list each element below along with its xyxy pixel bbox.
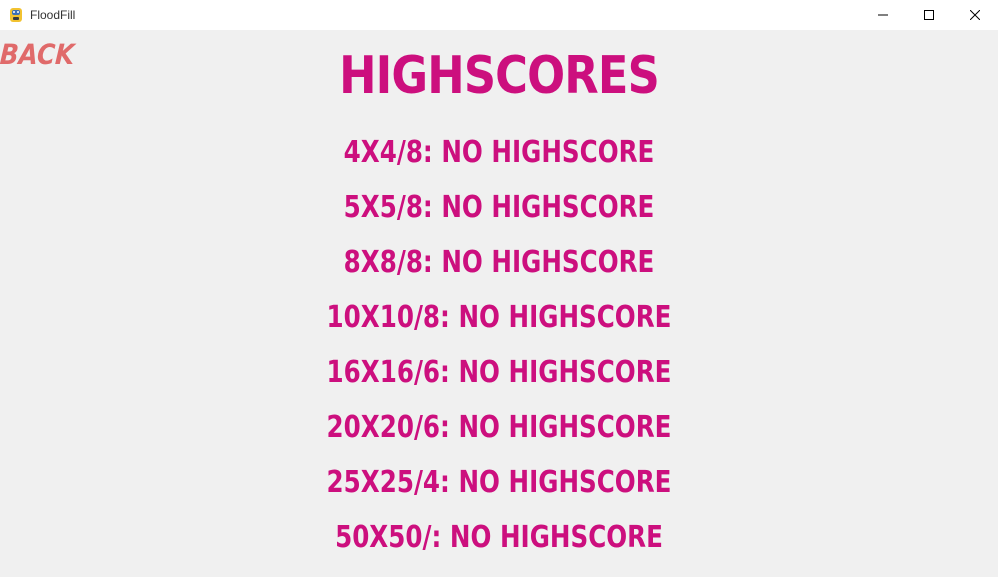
back-button[interactable]: BACK [0,38,75,71]
python-snake-icon [8,7,24,23]
close-icon [970,10,980,20]
highscore-row: 16X16/6: NO HIGHSCORE [326,355,672,390]
window-controls [860,0,998,30]
highscores-title: HIGHSCORES [339,46,660,106]
close-button[interactable] [952,0,998,30]
highscore-row: 50X50/: NO HIGHSCORE [335,520,663,555]
highscore-row: 20X20/6: NO HIGHSCORE [326,410,672,445]
highscore-row: 10X10/8: NO HIGHSCORE [326,300,672,335]
highscore-row: 25X25/4: NO HIGHSCORE [326,465,672,500]
maximize-button[interactable] [906,0,952,30]
minimize-button[interactable] [860,0,906,30]
highscore-list: 4X4/8: NO HIGHSCORE 5X5/8: NO HIGHSCORE … [0,133,998,573]
highscore-row: 4X4/8: NO HIGHSCORE [343,135,655,170]
highscore-row: 5X5/8: NO HIGHSCORE [343,190,655,225]
window-title: FloodFill [30,8,76,22]
game-canvas: BACK HIGHSCORES 4X4/8: NO HIGHSCORE 5X5/… [0,30,998,577]
app-window: FloodFill BACK HIGHSCORES 4X4/8: NO HIGH… [0,0,998,577]
minimize-icon [878,14,888,16]
title-bar[interactable]: FloodFill [0,0,998,30]
maximize-icon [924,10,934,20]
highscore-row: 8X8/8: NO HIGHSCORE [343,245,655,280]
